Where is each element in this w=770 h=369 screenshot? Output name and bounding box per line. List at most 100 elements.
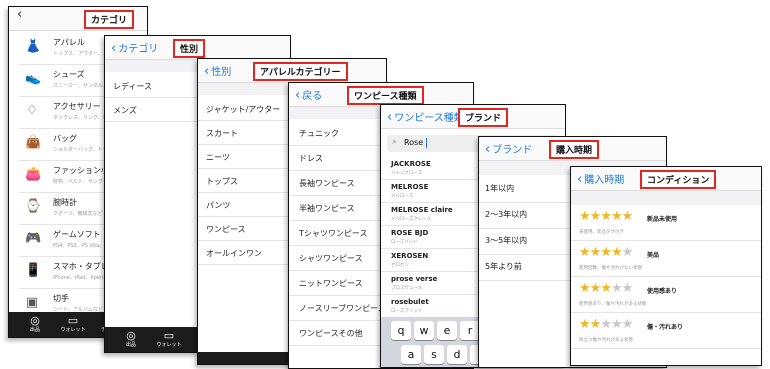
key-q[interactable]: q: [391, 321, 411, 340]
brand-header: ‹ ワンピース種類 ブランド: [381, 105, 565, 129]
star-filled-icon: ★: [621, 209, 634, 224]
brand-name[interactable]: rosebulet: [391, 298, 429, 306]
star-filled-icon: ★: [589, 245, 602, 260]
search-icon: ⌕: [392, 137, 398, 147]
condition-label[interactable]: 美品: [647, 250, 659, 259]
apparel-header: ‹ 性別 アパレルカテゴリー: [198, 59, 386, 83]
condition-label[interactable]: 傷・汚れあり: [647, 322, 683, 331]
category-item-label: シューズ: [53, 70, 85, 79]
star-filled-icon: ★: [579, 317, 591, 332]
divider: [571, 240, 761, 241]
tab-item[interactable]: ▭ ウォレット: [53, 314, 93, 334]
back-button[interactable]: ‹ 戻る: [295, 87, 322, 102]
earring-icon: ♢: [26, 103, 38, 118]
brand-kana: メルローズ: [391, 194, 414, 199]
period-header: ‹ ブランド 購入時期: [479, 137, 666, 161]
brand-kana: プロズヴェール: [391, 286, 423, 291]
camera-icon: ◎: [30, 314, 40, 327]
chevron-left-icon: ‹: [17, 7, 23, 22]
shoe-icon: 👟: [25, 71, 42, 86]
page-title: 購入時期: [549, 140, 600, 159]
brand-name[interactable]: XEROSEN: [391, 252, 428, 260]
star-filled-icon: ★: [579, 245, 591, 260]
divider: [571, 276, 761, 277]
back-button[interactable]: ‹ カテゴリ: [111, 40, 158, 55]
wallet-tab-icon: ▭: [67, 314, 79, 327]
brand-kana: ローズバッド: [391, 240, 418, 245]
star-rating: ★★★★★: [579, 281, 633, 296]
back-button[interactable]: ‹ 性別: [204, 63, 231, 78]
star-filled-icon: ★: [600, 281, 612, 296]
brand-name[interactable]: JACKROSE: [391, 160, 431, 168]
key-e[interactable]: e: [437, 321, 457, 340]
back-button[interactable]: ‹: [17, 7, 24, 22]
brand-kana: ジャックローズ: [391, 171, 423, 176]
category-item-label: アパレル: [53, 38, 85, 47]
condition-label[interactable]: 新品未使用: [647, 214, 677, 223]
star-filled-icon: ★: [579, 209, 591, 224]
condition-screen: ‹ 購入時期 コンディション ★★★★★ 新品未使用 未使用、新品タグ付き ★★★★★ 美…: [570, 166, 762, 366]
key-d[interactable]: d: [447, 345, 467, 364]
star-empty-icon: ★: [610, 317, 623, 332]
tab-label: ウォレット: [156, 342, 182, 348]
tab-label: 出品: [29, 327, 40, 333]
wallet-tab-icon: ▭: [163, 329, 175, 342]
back-label: 性別: [211, 67, 232, 78]
tab-label: ウォレット: [60, 327, 86, 333]
chevron-left-icon: ‹: [387, 110, 393, 125]
tab-label: 出品: [125, 342, 136, 348]
brand-kana: ゼロセン: [391, 263, 409, 268]
page-title: アパレルカテゴリー: [253, 62, 348, 81]
divider: [571, 312, 761, 313]
tab-item[interactable]: ▭ ウォレット: [149, 329, 189, 349]
condition-description: 使用感あり、傷や汚れがある状態: [579, 302, 647, 307]
category-header: ‹ カテゴリ: [9, 7, 147, 31]
star-filled-icon: ★: [610, 245, 623, 260]
page-title: カテゴリ: [84, 10, 135, 29]
back-button[interactable]: ‹ ワンピース種類: [387, 109, 464, 124]
stamp-icon: ▣: [25, 295, 39, 310]
star-filled-icon: ★: [610, 209, 623, 224]
page-title: ブランド: [458, 108, 509, 127]
back-label: カテゴリ: [118, 44, 159, 55]
gender-header: ‹ カテゴリ 性別: [105, 36, 290, 60]
category-item-label: 切手: [53, 294, 69, 303]
condition-header: ‹ 購入時期 コンディション: [571, 167, 761, 191]
gamepad-icon: 🎮: [25, 231, 42, 246]
star-rating: ★★★★★: [579, 245, 634, 260]
tab-item[interactable]: ◎ 出品: [15, 314, 55, 334]
back-button[interactable]: ‹ ブランド: [485, 141, 532, 156]
key-a[interactable]: a: [401, 345, 421, 364]
brand-name[interactable]: MELROSE: [391, 183, 428, 191]
back-button[interactable]: ‹ 購入時期: [577, 171, 624, 186]
key-w[interactable]: w: [414, 321, 434, 340]
star-rating: ★★★★★: [579, 317, 634, 332]
star-filled-icon: ★: [600, 245, 612, 260]
condition-label[interactable]: 使用感あり: [647, 286, 677, 295]
bag-icon: 👜: [25, 135, 42, 150]
star-empty-icon: ★: [621, 317, 634, 332]
star-filled-icon: ★: [589, 281, 602, 296]
star-empty-icon: ★: [621, 245, 634, 260]
chevron-left-icon: ‹: [204, 64, 210, 79]
brand-name[interactable]: ROSE BJD: [391, 229, 428, 237]
brand-name[interactable]: prose verse: [391, 275, 437, 283]
star-filled-icon: ★: [589, 209, 602, 224]
text-cursor: [426, 138, 427, 148]
camera-icon: ◎: [126, 329, 136, 342]
chevron-left-icon: ‹: [577, 172, 583, 187]
star-filled-icon: ★: [579, 281, 591, 296]
page-title: 性別: [173, 39, 206, 58]
search-input[interactable]: Rose: [404, 138, 423, 147]
tab-item[interactable]: ◎ 出品: [111, 329, 151, 349]
wallet-icon: 👛: [25, 167, 42, 182]
brand-name[interactable]: MELROSE claire: [391, 206, 453, 214]
back-label: ワンピース種類: [394, 113, 464, 124]
star-filled-icon: ★: [600, 209, 612, 224]
chevron-left-icon: ‹: [485, 142, 491, 157]
star-filled-icon: ★: [589, 317, 602, 332]
key-r[interactable]: r: [460, 321, 480, 340]
back-label: ブランド: [492, 145, 533, 156]
back-label: 購入時期: [584, 175, 625, 186]
key-s[interactable]: s: [424, 345, 444, 364]
